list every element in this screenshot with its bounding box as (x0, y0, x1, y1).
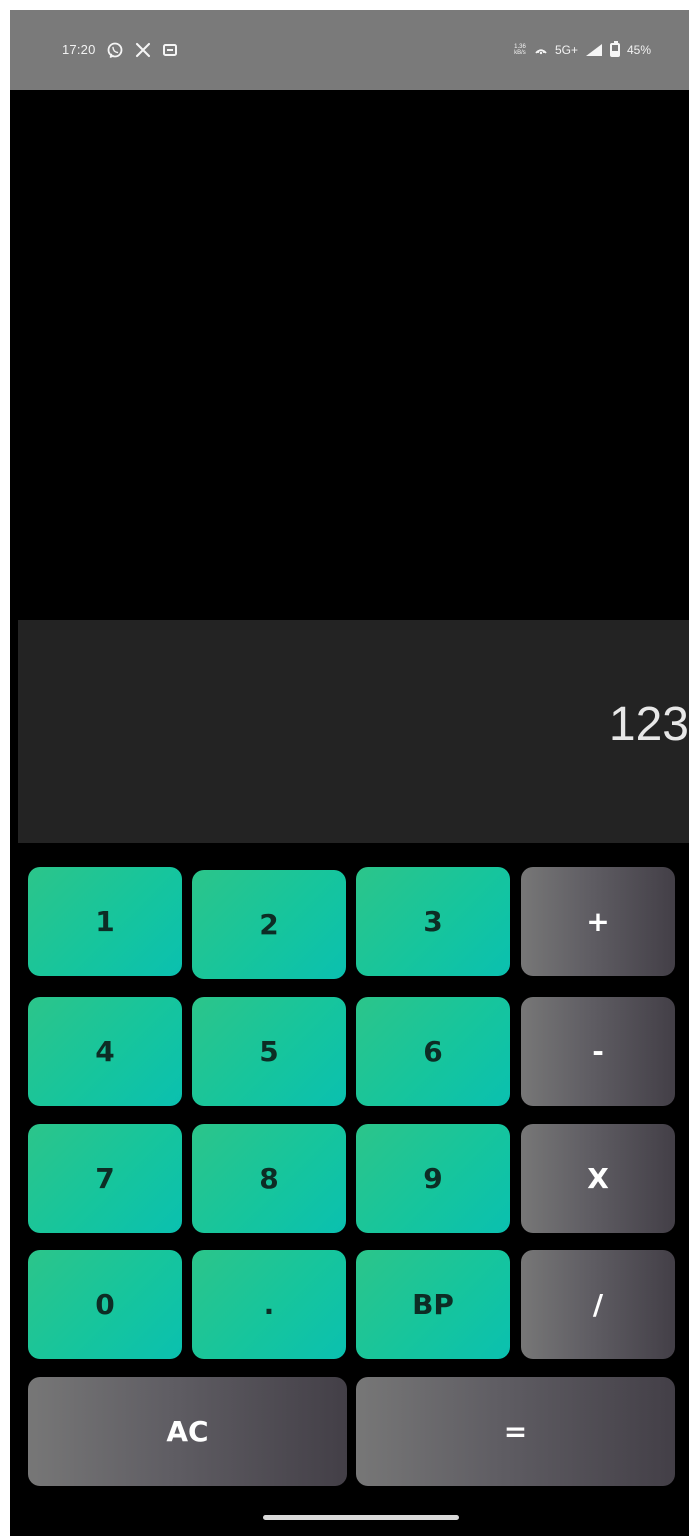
key-0[interactable]: 0 (28, 1250, 182, 1359)
cast-icon (162, 42, 178, 58)
key-6[interactable]: 6 (356, 997, 510, 1106)
status-time: 17:20 (62, 42, 96, 57)
battery-level-fill (611, 50, 618, 55)
clear-key[interactable]: AC (28, 1377, 347, 1486)
decimal-key[interactable]: . (192, 1250, 346, 1359)
result-display: 123 (18, 620, 689, 843)
battery-percentage: 45% (626, 43, 651, 57)
signal-icon (585, 43, 603, 57)
calculator-screen: 17:20 1. 36 kB/s 5G+ 45% 123 1 2 3 + 4 5 … (10, 10, 689, 1536)
key-3[interactable]: 3 (356, 867, 510, 976)
key-7[interactable]: 7 (28, 1124, 182, 1233)
divide-key[interactable]: / (521, 1250, 675, 1359)
key-8[interactable]: 8 (192, 1124, 346, 1233)
status-right: 1.36 kB/s 5G+ 45% (513, 40, 651, 60)
key-2[interactable]: 2 (192, 870, 346, 979)
status-left: 17:20 (62, 40, 178, 60)
hotspot-icon (534, 43, 548, 57)
minus-key[interactable]: - (521, 997, 675, 1106)
whatsapp-icon (106, 41, 124, 59)
multiply-key[interactable]: X (521, 1124, 675, 1233)
result-value: 123 (608, 698, 689, 751)
battery-icon (609, 41, 620, 57)
network-speed: 1.36 kB/s (513, 44, 527, 56)
key-4[interactable]: 4 (28, 997, 182, 1106)
key-5[interactable]: 5 (192, 997, 346, 1106)
equals-key[interactable]: = (356, 1377, 675, 1486)
network-type: 5G+ (554, 43, 578, 57)
x-icon (134, 41, 152, 59)
status-bar: 17:20 1.36 kB/s 5G+ 45% (10, 10, 689, 90)
home-indicator[interactable] (263, 1515, 459, 1520)
network-speed-unit: kB/s (514, 50, 526, 56)
key-9[interactable]: 9 (356, 1124, 510, 1233)
plus-key[interactable]: + (521, 867, 675, 976)
backspace-key[interactable]: BP (356, 1250, 510, 1359)
key-1[interactable]: 1 (28, 867, 182, 976)
